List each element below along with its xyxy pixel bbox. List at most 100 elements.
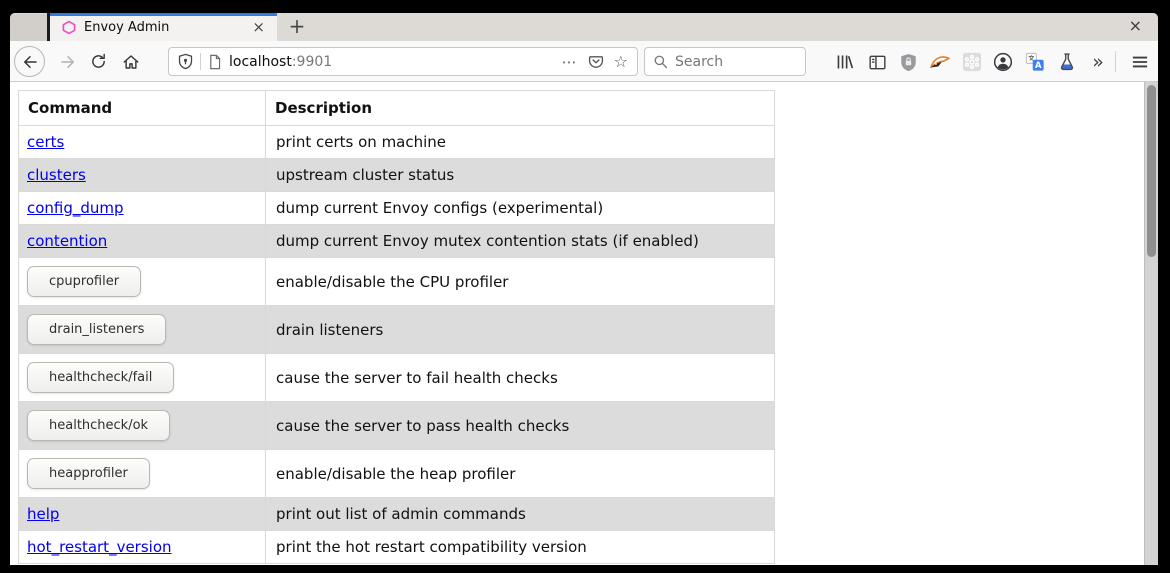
browser-window: Envoy Admin × + × — [10, 13, 1158, 565]
active-tab-indicator — [50, 13, 277, 16]
table-row: drain_listenersdrain listeners — [19, 306, 775, 354]
command-link-contention[interactable]: contention — [27, 232, 107, 250]
url-bar[interactable]: localhost:9901 ⋯ ☆ — [168, 47, 638, 76]
description-cell: cause the server to pass health checks — [266, 402, 775, 450]
page-actions-icon[interactable]: ⋯ — [562, 53, 578, 71]
description-cell: dump current Envoy mutex contention stat… — [266, 225, 775, 258]
description-cell: dump current Envoy configs (experimental… — [266, 192, 775, 225]
pocket-icon[interactable] — [588, 54, 604, 70]
reload-icon — [90, 53, 107, 70]
command-cell: drain_listeners — [19, 306, 266, 354]
page-info-icon[interactable] — [208, 54, 222, 70]
urlbar-divider — [200, 53, 201, 70]
extension-shield-button[interactable] — [896, 50, 920, 74]
command-cell: help — [19, 498, 266, 531]
menu-button[interactable] — [1128, 50, 1152, 74]
sidebar-icon — [868, 54, 887, 71]
description-cell: print the hot restart compatibility vers… — [266, 531, 775, 564]
command-cell: clusters — [19, 159, 266, 192]
sidebars-button[interactable] — [865, 50, 889, 74]
back-button[interactable] — [14, 46, 45, 77]
command-button-drain_listeners[interactable]: drain_listeners — [27, 314, 166, 345]
flask-icon — [1057, 52, 1077, 72]
disabled-extension-button[interactable] — [960, 50, 984, 74]
search-bar[interactable]: Search — [644, 47, 806, 76]
privacy-badger-icon — [929, 53, 951, 71]
tab-bar: Envoy Admin × + × — [10, 13, 1158, 41]
command-cell: contention — [19, 225, 266, 258]
column-header-command: Command — [19, 91, 266, 126]
command-cell: heapprofiler — [19, 450, 266, 498]
scrollbar-thumb[interactable] — [1147, 85, 1156, 257]
table-row: healthcheck/ok cause the server to pass h… — [19, 402, 775, 450]
tab-title: Envoy Admin — [84, 20, 249, 35]
url-host-text: localhost — [229, 54, 292, 70]
flask-button[interactable] — [1055, 50, 1079, 74]
description-cell: print certs on machine — [266, 126, 775, 159]
command-link-help[interactable]: help — [27, 505, 59, 523]
command-cell: healthcheck/fail — [19, 354, 266, 402]
titlebar-spacer — [10, 14, 47, 41]
window-close-icon[interactable]: × — [1129, 13, 1142, 41]
home-button[interactable] — [115, 46, 146, 77]
command-link-config_dump[interactable]: config_dump — [27, 199, 124, 217]
library-button[interactable] — [833, 50, 857, 74]
search-icon — [653, 54, 668, 69]
command-link-clusters[interactable]: clusters — [27, 166, 86, 184]
account-button[interactable] — [991, 50, 1015, 74]
svg-text:A: A — [1035, 61, 1042, 71]
navigation-toolbar: localhost:9901 ⋯ ☆ Search — [10, 41, 1158, 82]
command-link-hot_restart_version[interactable]: hot_restart_version — [27, 538, 172, 556]
command-table-body: certs print certs on machine clusters upstr… — [19, 126, 775, 564]
command-cell: cpuprofiler — [19, 258, 266, 306]
forward-button[interactable] — [52, 46, 83, 77]
privacy-badger-button[interactable] — [928, 50, 952, 74]
command-cell: hot_restart_version — [19, 531, 266, 564]
admin-command-table: Command Description certsprint certs on … — [18, 90, 775, 564]
tracking-protection-icon[interactable] — [178, 53, 193, 70]
bookmark-star-icon[interactable]: ☆ — [614, 52, 628, 71]
url-port-text: :9901 — [292, 54, 332, 70]
translate-button[interactable]: A — [1023, 50, 1047, 74]
command-button-cpuprofiler[interactable]: cpuprofiler — [27, 266, 141, 297]
screenshot-root: { "browser": { "tab_title": "Envoy Admin… — [0, 0, 1170, 573]
hamburger-menu-icon — [1131, 54, 1149, 70]
table-row: heapprofilerenable/disable the heap prof… — [19, 450, 775, 498]
overflow-chevron-icon: » — [1092, 51, 1104, 73]
command-cell: config_dump — [19, 192, 266, 225]
home-icon — [122, 53, 140, 71]
table-row: config_dump dump current Envoy configs (e… — [19, 192, 775, 225]
new-tab-button[interactable]: + — [284, 13, 310, 41]
table-row: certs print certs on machine — [19, 126, 775, 159]
command-button-healthcheck/ok[interactable]: healthcheck/ok — [27, 410, 170, 441]
page-content: Command Description certsprint certs on … — [10, 82, 1158, 565]
library-icon — [835, 53, 855, 71]
command-cell: healthcheck/ok — [19, 402, 266, 450]
overflow-menu-button[interactable]: » — [1086, 50, 1110, 74]
disabled-extension-icon — [962, 52, 982, 72]
table-row: help print out list of admin commands — [19, 498, 775, 531]
command-button-heapprofiler[interactable]: heapprofiler — [27, 458, 150, 489]
browser-tab-envoy-admin[interactable]: Envoy Admin × — [50, 13, 277, 41]
tab-close-icon[interactable]: × — [249, 20, 268, 35]
command-link-certs[interactable]: certs — [27, 133, 64, 151]
reload-button[interactable] — [83, 46, 114, 77]
search-placeholder: Search — [675, 54, 723, 70]
description-cell: print out list of admin commands — [266, 498, 775, 531]
command-cell: certs — [19, 126, 266, 159]
table-row: cpuprofiler enable/disable the CPU profil… — [19, 258, 775, 306]
table-row: contention dump current Envoy mutex conte… — [19, 225, 775, 258]
table-row: healthcheck/failcause the server to fail… — [19, 354, 775, 402]
description-cell: upstream cluster status — [266, 159, 775, 192]
shield-lock-icon — [900, 53, 917, 72]
table-row: clusters upstream cluster status — [19, 159, 775, 192]
forward-arrow-icon — [59, 53, 77, 71]
envoy-favicon-icon — [62, 20, 76, 35]
back-arrow-icon — [21, 53, 39, 71]
scrollbar-track[interactable] — [1144, 82, 1158, 565]
table-row: hot_restart_version print the hot restart… — [19, 531, 775, 564]
command-button-healthcheck/fail[interactable]: healthcheck/fail — [27, 362, 174, 393]
description-cell: enable/disable the CPU profiler — [266, 258, 775, 306]
translate-icon: A — [1025, 52, 1045, 72]
account-icon — [993, 52, 1013, 72]
